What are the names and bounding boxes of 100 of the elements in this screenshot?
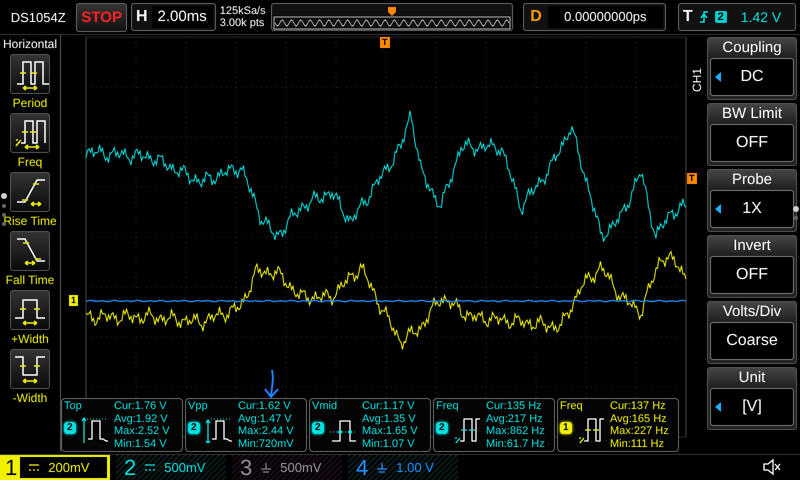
speaker-muted-icon[interactable] [762,458,782,476]
ground-coupling-icon [260,462,272,473]
channel-tab[interactable]: 4 1.00 V [348,455,458,480]
measurement-name: Freq [560,400,584,412]
measurement-value: Min:1.54 V [114,438,168,450]
measurement-name: Vpp [188,400,209,412]
menu-button-value: DC [740,68,764,86]
measure-label: Fall Time [6,273,54,287]
measurement-value: Cur:1.17 V [362,400,416,412]
menu-button[interactable]: Unit [V] [707,367,797,430]
menu-button[interactable]: Invert OFF [707,235,797,298]
channel-badge: 2 [188,422,200,434]
measurement-value: Max:2.44 V [238,425,295,438]
menu-button-title: Invert [733,236,771,256]
menu-button[interactable]: Probe 1X [707,169,797,232]
rising-edge-icon [698,10,709,24]
measurement-value: Min:1.07 V [362,438,416,450]
measurement-value: Max:862 Hz [486,425,546,438]
menu-button-title: Unit [738,368,766,388]
measurement-value: Min:61.7 Hz [486,438,546,450]
channel-number: 1 [2,454,20,480]
measurement-name: Vmid [312,400,338,412]
channel-badge: 2 [312,422,324,434]
value-field[interactable]: 1X [710,190,794,228]
menu-button-value: OFF [736,266,768,284]
channel-tab[interactable]: 2 500mV [116,455,226,480]
channel-number: 4 [356,454,368,480]
measure-label: Rise Time [3,214,57,228]
measurement-value: Avg:1.92 V [114,412,169,425]
sample-rate: 125kSa/s [220,5,267,17]
measure-button[interactable] [10,113,50,153]
measurement-value: Avg:165 Hz [610,412,668,425]
channel-label: CH1 [690,68,704,92]
measure-label: +Width [11,332,49,346]
menu-button[interactable]: BW Limit OFF [707,103,797,166]
value-field[interactable]: DC [710,58,794,96]
measurement-value: Avg:1.47 V [238,412,293,425]
channel-badge: 2 [436,422,448,434]
measure-label: Freq [18,155,42,169]
menu-title: Horizontal [2,37,58,51]
menu-button-title: Coupling [722,38,782,58]
value-field[interactable]: OFF [710,256,794,294]
delay-label: D [529,8,543,26]
measurement-value: Cur:1.62 V [238,400,292,412]
timebase-box[interactable]: H 2.00ms [130,3,216,31]
run-stop-button[interactable]: STOP [76,2,127,32]
menu-button-title: BW Limit [722,104,782,124]
page-dots-icon [793,206,799,222]
ground-coupling-icon [376,462,388,473]
channel-tab[interactable]: 3 500mV [232,455,342,480]
menu-button-value: 1X [742,200,762,218]
menu-button-value: Coarse [726,332,778,350]
channel-scale: 500mV [164,460,206,475]
channel-scale: 200mV [48,460,90,475]
timebase-value: 2.00ms [152,6,213,28]
menu-button-value: OFF [736,134,768,152]
channel-badge: 1 [560,422,572,434]
menu-button[interactable]: Coupling DC [707,37,797,100]
memory-depth: 3.00k pts [220,17,266,29]
measurement-value: Min:111 Hz [610,438,666,450]
value-field[interactable]: OFF [710,124,794,162]
trigger-level-marker: T [687,173,696,184]
trigger-position-marker: T [380,37,390,48]
dc-coupling-icon [28,462,40,473]
measurement-value: Max:1.65 V [362,425,419,438]
menu-button-value: [V] [742,398,762,416]
value-field[interactable]: Coarse [710,322,794,360]
measurement-name: Top [64,400,83,412]
measure-label: Period [12,96,48,110]
channel-scale: 500mV [280,460,322,475]
delay-box[interactable]: D 0.00000000ps [523,3,666,31]
measurement-value: Cur:1.76 V [114,400,168,412]
measure-button[interactable] [10,290,50,330]
model-name: DS1054Z [10,10,67,24]
measure-button[interactable] [10,349,50,389]
channel-badge: 2 [64,422,76,434]
measurement-value: Cur:135 Hz [486,400,543,412]
channel-number: 2 [124,454,136,480]
trigger-source-badge: 2 [714,11,727,23]
measure-button[interactable] [10,231,50,271]
measurement-value: Max:227 Hz [610,425,670,438]
channel-marker: 1 [69,295,78,306]
channel-number: 3 [240,454,252,480]
measurement-name: Freq [436,400,460,412]
channel-tab[interactable]: 1 200mV [0,455,110,480]
menu-button-title: Volts/Div [722,302,782,322]
value-field[interactable]: [V] [710,388,794,426]
trigger-level: 1.42 V [740,9,782,25]
measure-button[interactable] [10,54,50,94]
measurement-value: Cur:137 Hz [610,400,667,412]
menu-button[interactable]: Volts/Div Coarse [707,301,797,364]
measure-label: -Width [12,391,48,405]
trigger-box[interactable]: T 2 1.42 V [678,3,796,31]
arrow-annotation-icon [264,369,279,398]
timebase-label: H [134,8,149,26]
delay-value: 0.00000000ps [548,6,663,28]
measurement-value: Min:720mV [238,438,295,450]
measure-button[interactable] [10,172,50,212]
channel-scale: 1.00 V [396,460,434,475]
measurement-value: Avg:217 Hz [486,412,544,425]
